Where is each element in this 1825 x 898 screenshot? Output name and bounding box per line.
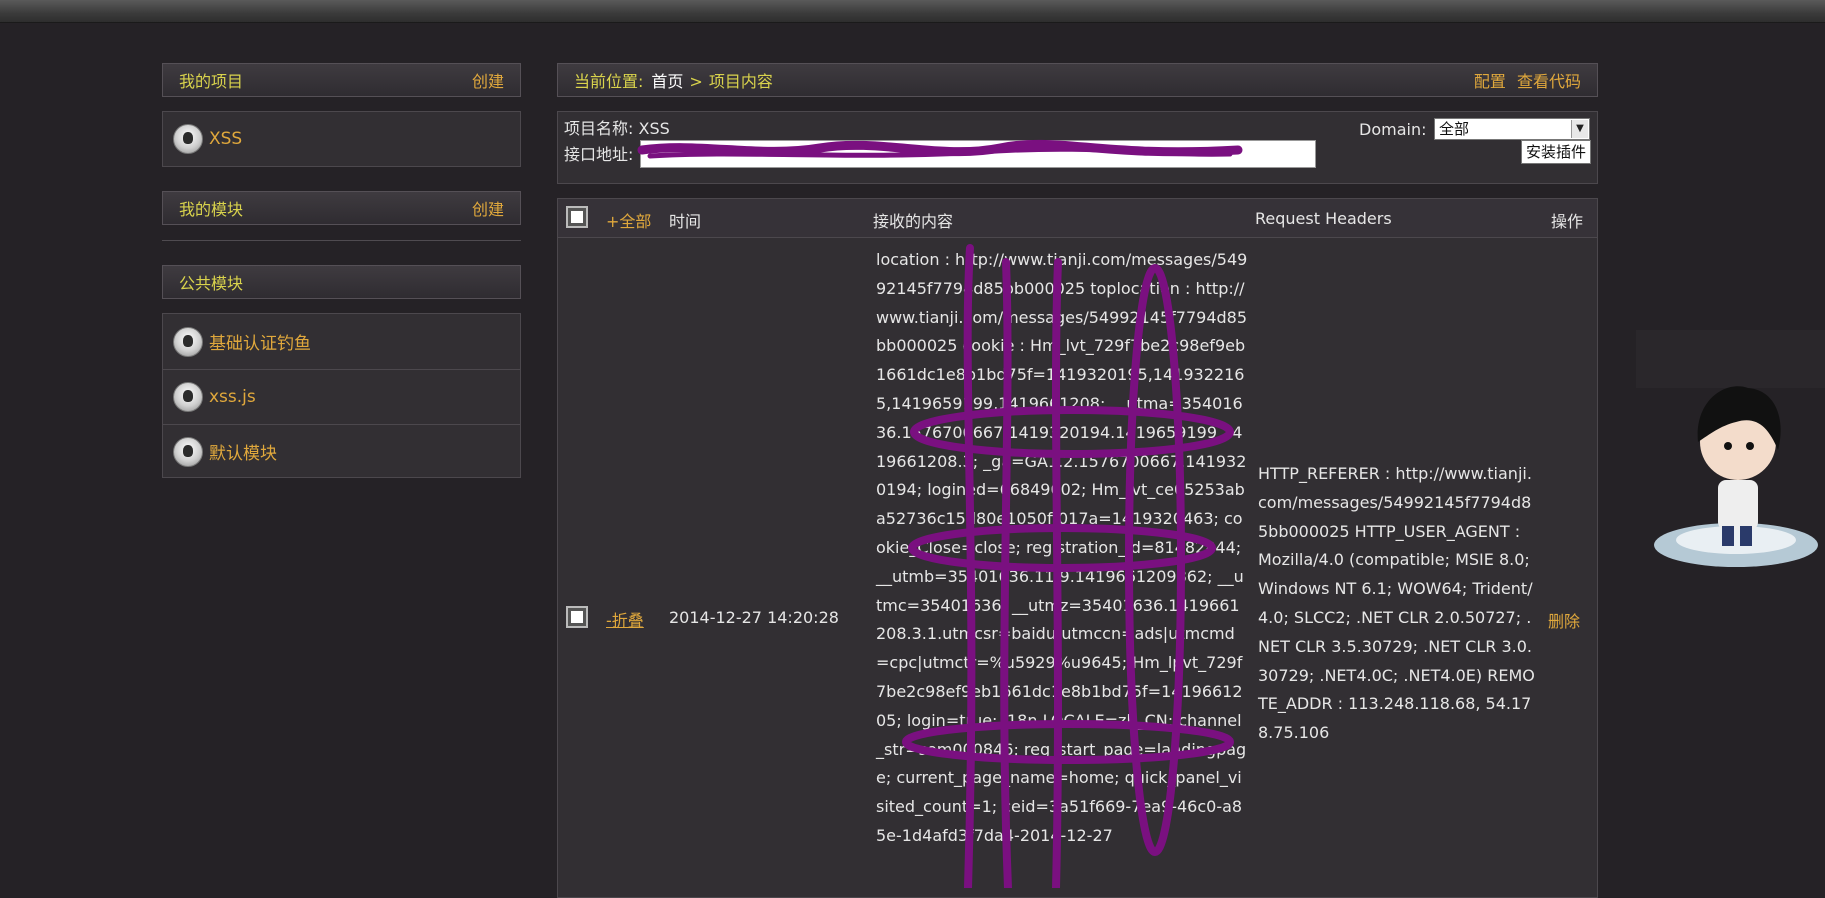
domain-label: Domain:	[1359, 120, 1427, 139]
row-time: 2014-12-27 14:20:28	[669, 608, 839, 627]
my-projects-header: 我的项目 创建	[162, 63, 521, 97]
project-name-label: 项目名称:	[564, 119, 634, 138]
my-modules-title: 我的模块	[179, 200, 244, 219]
collapse-toggle[interactable]: -折叠	[606, 607, 644, 631]
column-content: 接收的内容	[873, 212, 954, 231]
my-projects-title: 我的项目	[179, 72, 244, 91]
my-modules-header: 我的模块 创建	[162, 191, 521, 225]
skull-avatar-icon	[173, 326, 203, 357]
project-item-xss[interactable]: XSS	[163, 112, 520, 166]
view-code-link[interactable]: 查看代码	[1517, 72, 1581, 91]
column-all-toggle[interactable]: +全部	[606, 208, 651, 232]
sidebar-divider	[162, 240, 521, 241]
table-header: +全部 时间 接收的内容 Request Headers 操作	[557, 198, 1598, 238]
breadcrumb-label: 当前位置:	[574, 72, 644, 91]
api-address-label: 接口地址:	[564, 145, 634, 164]
project-item-label[interactable]: XSS	[209, 129, 242, 149]
skull-avatar-icon	[173, 382, 203, 412]
create-project-button[interactable]: 创建	[472, 68, 504, 92]
module-item-label[interactable]: 默认模块	[209, 439, 277, 464]
top-bar	[0, 0, 1825, 23]
domain-selected-value: 全部	[1439, 120, 1470, 138]
breadcrumb-current: 项目内容	[708, 72, 773, 91]
column-request-headers: Request Headers	[1255, 209, 1392, 228]
skull-avatar-icon	[173, 436, 203, 467]
mascot-character-image	[1636, 330, 1825, 567]
column-actions: 操作	[1551, 212, 1584, 231]
breadcrumb-actions: 配置 查看代码	[1474, 68, 1581, 92]
module-item[interactable]: 基础认证钓鱼	[163, 314, 520, 370]
delete-link[interactable]: 删除	[1548, 608, 1580, 632]
domain-select[interactable]: 全部 ▼	[1434, 118, 1590, 140]
breadcrumb-separator: >	[689, 72, 703, 91]
create-module-button[interactable]: 创建	[472, 196, 504, 220]
module-item[interactable]: xss.js	[163, 370, 520, 425]
request-headers-content: HTTP_REFERER : http://www.tianji.com/mes…	[1258, 464, 1535, 743]
install-plugin-button[interactable]: 安装插件	[1521, 140, 1591, 164]
triangle-down-icon[interactable]: ▼	[1571, 120, 1588, 138]
received-content: location : http://www.tianji.com/message…	[876, 250, 1248, 845]
select-all-checkbox-icon[interactable]	[566, 206, 588, 228]
public-modules-title: 公共模块	[179, 274, 244, 293]
breadcrumb: 当前位置: 首页 > 项目内容 配置 查看代码	[557, 63, 1598, 97]
project-list: XSS	[162, 111, 521, 167]
project-name-row: 项目名称: XSS	[564, 115, 670, 139]
module-item-label[interactable]: 基础认证钓鱼	[209, 329, 311, 354]
config-link[interactable]: 配置	[1474, 72, 1506, 91]
api-address-field[interactable]	[640, 140, 1316, 168]
public-modules-header: 公共模块	[162, 265, 521, 299]
project-name-value: XSS	[638, 119, 670, 138]
column-time: 时间	[669, 212, 702, 231]
row-checkbox-icon[interactable]	[566, 606, 588, 628]
skull-avatar-icon	[173, 124, 203, 154]
module-item[interactable]: 默认模块	[163, 425, 520, 478]
breadcrumb-home-link[interactable]: 首页	[651, 72, 683, 91]
table-row: -折叠 2014-12-27 14:20:28 location : http:…	[557, 238, 1598, 898]
module-item-label[interactable]: xss.js	[209, 387, 256, 407]
public-module-list: 基础认证钓鱼 xss.js 默认模块	[162, 313, 521, 478]
breadcrumb-trail: 当前位置: 首页 > 项目内容	[574, 68, 773, 92]
